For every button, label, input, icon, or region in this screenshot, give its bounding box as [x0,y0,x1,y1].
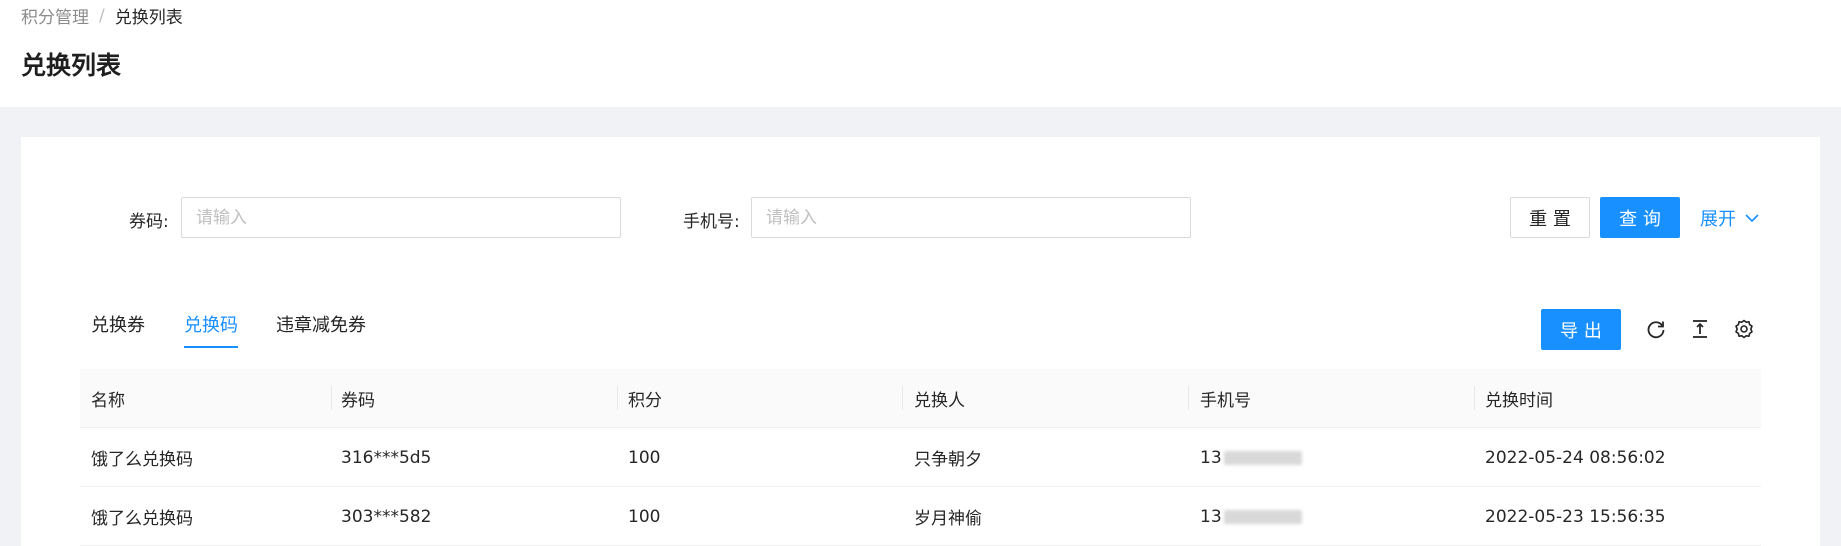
tab-exchange-code[interactable]: 兑换码 [184,311,238,337]
cell-points: 100 [628,506,661,527]
page-header: 积分管理 / 兑换列表 兑换列表 [0,0,1841,107]
breadcrumb: 积分管理 / 兑换列表 [21,3,183,29]
code-label: 券码: [129,212,169,232]
column-header-code: 券码 [341,391,375,411]
column-divider [331,386,332,410]
phone-input[interactable] [751,197,1191,238]
breadcrumb-item-points-management[interactable]: 积分管理 [21,3,89,28]
column-divider [1474,386,1475,410]
breadcrumb-separator: / [99,5,105,26]
tab-exchange-voucher[interactable]: 兑换券 [91,311,145,337]
table-row: 饿了么兑换码 316***5d5 100 只争朝夕 13 2022-05-24 … [80,428,1761,487]
masked-phone [1223,450,1302,465]
phone-label: 手机号: [683,212,740,232]
masked-phone [1223,509,1302,524]
tab-violation-relief-voucher[interactable]: 违章减免券 [276,311,366,337]
code-input[interactable] [181,197,621,238]
column-divider [1188,386,1189,410]
reset-button[interactable]: 重 置 [1510,197,1590,238]
cell-phone: 13 [1200,428,1302,487]
phone-prefix: 13 [1200,506,1222,527]
active-tab-indicator [184,346,238,348]
expand-label: 展开 [1700,209,1736,230]
query-button[interactable]: 查 询 [1600,197,1680,238]
column-header-points: 积分 [628,391,662,411]
reload-icon[interactable] [1643,316,1669,342]
column-header-user: 兑换人 [914,391,965,411]
cell-code: 316***5d5 [341,447,432,468]
cell-user: 岁月神偷 [914,509,982,529]
column-header-time: 兑换时间 [1485,391,1553,411]
column-header-phone: 手机号 [1200,391,1251,411]
phone-prefix: 13 [1200,447,1222,468]
cell-name: 饿了么兑换码 [91,509,193,529]
cell-code: 303***582 [341,506,432,527]
cell-user: 只争朝夕 [914,450,982,470]
cell-name: 饿了么兑换码 [91,450,193,470]
cell-points: 100 [628,447,661,468]
column-divider [617,386,618,410]
table-row: 饿了么兑换码 303***582 100 岁月神偷 13 2022-05-23 … [80,487,1761,546]
column-header-name: 名称 [91,391,125,411]
breadcrumb-item-current: 兑换列表 [114,8,183,28]
cell-time: 2022-05-24 08:56:02 [1485,447,1666,468]
page-title: 兑换列表 [21,51,122,80]
export-button[interactable]: 导 出 [1541,309,1621,350]
setting-icon[interactable] [1731,316,1757,342]
column-divider [902,386,903,410]
cell-time: 2022-05-23 15:56:35 [1485,506,1666,527]
column-height-icon[interactable] [1687,316,1713,342]
table-header: 名称 券码 积分 兑换人 手机号 兑换时间 [80,369,1761,428]
chevron-down-icon [1744,210,1760,226]
cell-phone: 13 [1200,487,1302,546]
expand-toggle[interactable]: 展开 [1700,205,1760,231]
